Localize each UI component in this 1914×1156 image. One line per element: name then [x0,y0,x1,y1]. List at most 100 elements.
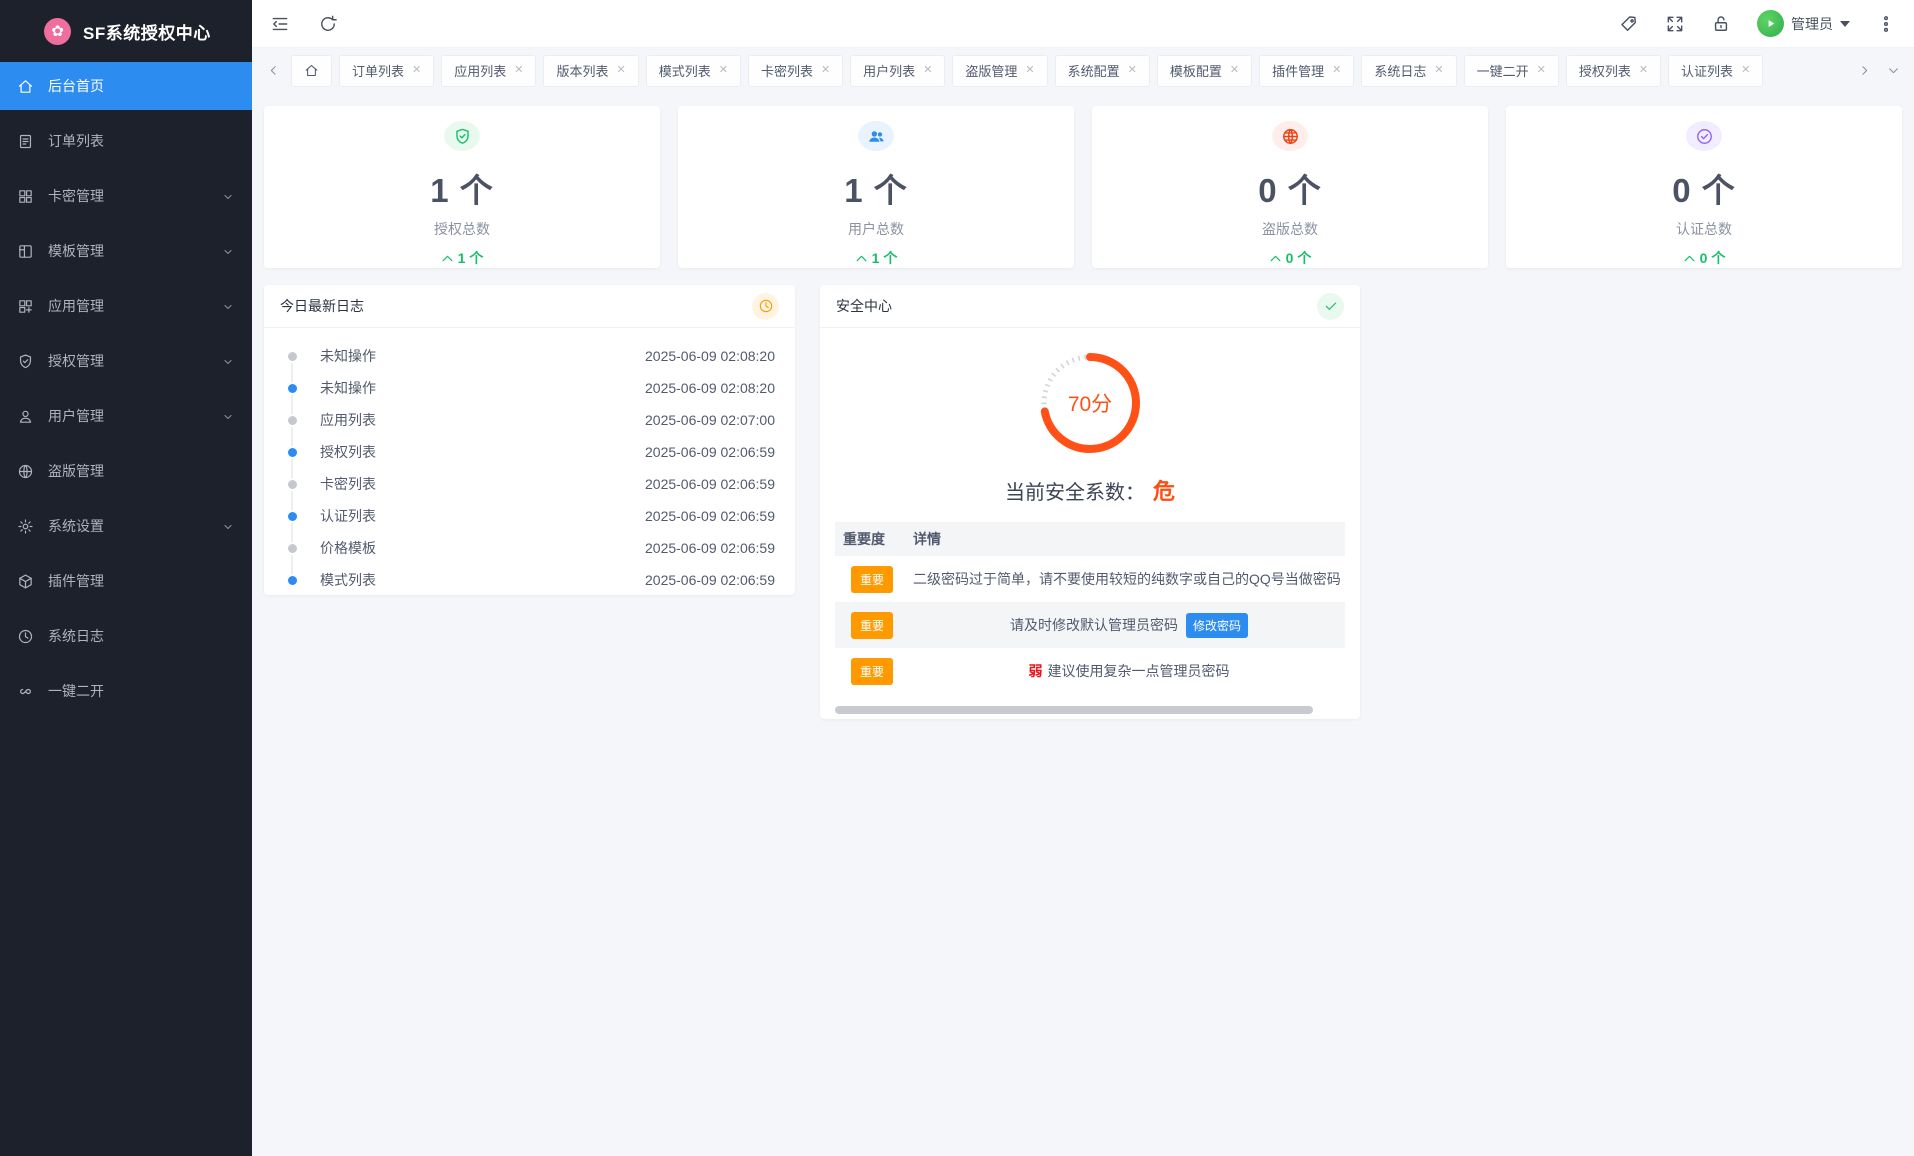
sidebar-item-settings[interactable]: 系统设置 [0,502,252,550]
close-icon[interactable]: ✕ [821,65,830,76]
close-icon[interactable]: ✕ [1741,65,1750,76]
timeline-dot [288,448,297,457]
shield-check-icon [444,121,480,151]
user-menu[interactable]: 管理员 [1757,10,1850,37]
home-icon [17,78,34,95]
sidebar-item-onekey[interactable]: 一键二开 [0,667,252,715]
stat-label: 授权总数 [434,219,490,239]
tab-template-config[interactable]: 模板配置✕ [1157,55,1252,87]
tabs-menu-icon[interactable] [1882,55,1904,87]
security-row: 重要 弱 建议使用复杂一点管理员密码 [835,648,1345,694]
sidebar-item-templates[interactable]: 模板管理 [0,227,252,275]
chevron-down-icon [222,355,234,367]
tag-icon[interactable] [1619,14,1639,34]
timeline-dot [288,512,297,521]
logo-flower-icon: ✿ [44,18,71,45]
close-icon[interactable]: ✕ [1332,65,1341,76]
tab-onekey[interactable]: 一键二开✕ [1464,55,1559,87]
log-row[interactable]: 授权列表 2025-06-09 02:06:59 [264,436,775,468]
sidebar-item-users[interactable]: 用户管理 [0,392,252,440]
username: 管理员 [1791,14,1833,34]
trend-up-icon [1683,252,1696,265]
close-icon[interactable]: ✕ [1230,65,1239,76]
tab-cert-list[interactable]: 认证列表✕ [1668,55,1763,87]
sidebar-item-piracy[interactable]: 盗版管理 [0,447,252,495]
close-icon[interactable]: ✕ [923,65,932,76]
close-icon[interactable]: ✕ [1434,65,1443,76]
tab-home[interactable] [291,55,332,87]
tab-mode-list[interactable]: 模式列表✕ [646,55,741,87]
chevron-down-icon [222,190,234,202]
sidebar: ✿ SF系统授权中心 后台首页 订单列表 卡密管理 模板管理 [0,0,252,1156]
topbar: 管理员 [252,0,1914,48]
security-panel-title: 安全中心 [836,296,892,316]
sidebar-item-authorizations[interactable]: 授权管理 [0,337,252,385]
security-level: 当前安全系数：危 [820,474,1360,506]
log-row[interactable]: 价格模板 2025-06-09 02:06:59 [264,532,775,564]
more-vertical-icon[interactable] [1876,14,1896,34]
trend-up-icon [855,252,868,265]
close-icon[interactable]: ✕ [1537,65,1546,76]
tab-cardkey-list[interactable]: 卡密列表✕ [748,55,843,87]
stat-label: 认证总数 [1676,219,1732,239]
tab-strip: 订单列表✕ 应用列表✕ 版本列表✕ 模式列表✕ 卡密列表✕ 用户列表✕ 盗版管理… [252,48,1914,93]
app-logo: ✿ SF系统授权中心 [0,0,252,62]
tab-sys-config[interactable]: 系统配置✕ [1055,55,1150,87]
fullscreen-icon[interactable] [1665,14,1685,34]
security-center-panel: 安全中心 70分 当前安全系数：危 重要度 详情 重要 二级密码过于简单，请不要… [820,285,1360,719]
security-row-text: 二级密码过于简单，请不要使用较短的纯数字或自己的QQ号当做密码 [913,569,1345,589]
log-row[interactable]: 应用列表 2025-06-09 02:07:00 [264,404,775,436]
log-row[interactable]: 未知操作 2025-06-09 02:08:20 [264,372,775,404]
log-row[interactable]: 卡密列表 2025-06-09 02:06:59 [264,468,775,500]
security-table-header: 重要度 详情 [835,522,1345,556]
trend-up-icon [1269,252,1282,265]
tab-piracy[interactable]: 盗版管理✕ [952,55,1047,87]
close-icon[interactable]: ✕ [412,65,421,76]
sidebar-item-home[interactable]: 后台首页 [0,62,252,110]
sidebar-item-syslog[interactable]: 系统日志 [0,612,252,660]
sidebar-item-plugins[interactable]: 插件管理 [0,557,252,605]
timeline-dot [288,352,297,361]
tab-version-list[interactable]: 版本列表✕ [543,55,638,87]
log-panel-header: 今日最新日志 [264,285,795,328]
tabs-scroll-left-icon[interactable] [262,55,284,87]
close-icon[interactable]: ✕ [1128,65,1137,76]
app-title: SF系统授权中心 [83,19,211,44]
template-icon [17,243,34,260]
avatar[interactable] [1757,10,1784,37]
close-icon[interactable]: ✕ [1025,65,1034,76]
tab-user-list[interactable]: 用户列表✕ [850,55,945,87]
security-row: 重要 请及时修改默认管理员密码 修改密码 [835,602,1345,648]
change-password-button[interactable]: 修改密码 [1186,613,1248,638]
close-icon[interactable]: ✕ [514,65,523,76]
tabs-scroll-right-icon[interactable] [1853,55,1875,87]
refresh-icon[interactable] [318,14,338,34]
tab-plugins[interactable]: 插件管理✕ [1259,55,1354,87]
log-row[interactable]: 模式列表 2025-06-09 02:06:59 [264,564,775,596]
chevron-down-icon [222,520,234,532]
log-row[interactable]: 认证列表 2025-06-09 02:06:59 [264,500,775,532]
sidebar-item-cardkeys[interactable]: 卡密管理 [0,172,252,220]
timeline-dot [288,480,297,489]
stat-card-certifications: 0 个 认证总数 0 个 [1506,106,1902,268]
tab-auth-list[interactable]: 授权列表✕ [1566,55,1661,87]
close-icon[interactable]: ✕ [1639,65,1648,76]
tab-syslog[interactable]: 系统日志✕ [1361,55,1456,87]
sidebar-item-apps[interactable]: 应用管理 [0,282,252,330]
close-icon[interactable]: ✕ [719,65,728,76]
chevron-down-icon [222,245,234,257]
horizontal-scrollbar[interactable] [835,706,1313,714]
sidebar-item-orders[interactable]: 订单列表 [0,117,252,165]
gear-icon [17,518,34,535]
tab-app-list[interactable]: 应用列表✕ [441,55,536,87]
log-timeline: 未知操作 2025-06-09 02:08:20 未知操作 2025-06-09… [264,328,795,596]
security-panel-header: 安全中心 [820,285,1360,328]
stat-card-authorizations: 1 个 授权总数 1 个 [264,106,660,268]
log-row[interactable]: 未知操作 2025-06-09 02:08:20 [264,340,775,372]
lock-icon[interactable] [1711,14,1731,34]
security-row-text: 建议使用复杂一点管理员密码 [1048,661,1230,681]
close-icon[interactable]: ✕ [616,65,625,76]
tab-order-list[interactable]: 订单列表✕ [339,55,434,87]
menu-fold-icon[interactable] [270,14,290,34]
stat-label: 盗版总数 [1262,219,1318,239]
